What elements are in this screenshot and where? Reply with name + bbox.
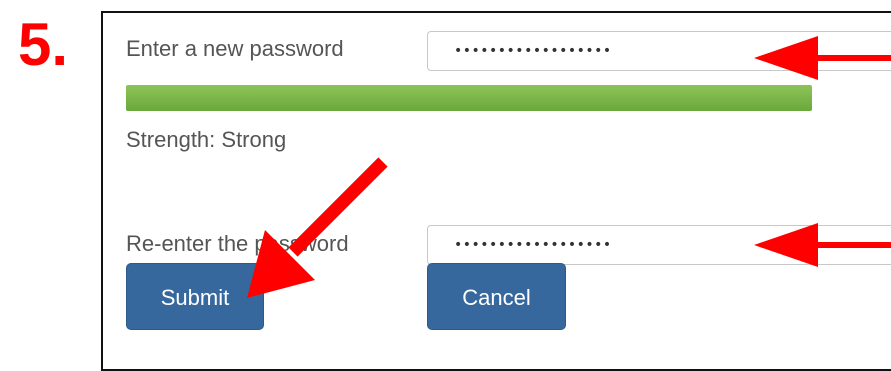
new-password-label: Enter a new password	[126, 36, 344, 61]
new-password-input[interactable]: ••••••••••••••••••	[427, 31, 891, 71]
step-number: 5.	[18, 11, 69, 78]
strength-text: Strength: Strong	[126, 127, 287, 152]
cancel-button[interactable]: Cancel	[427, 263, 566, 330]
reenter-password-input[interactable]: ••••••••••••••••••	[427, 225, 891, 265]
strength-meter	[126, 85, 812, 111]
submit-button[interactable]: Submit	[126, 263, 264, 330]
strength-meter-fill	[126, 85, 812, 111]
reenter-password-label: Re-enter the password	[126, 231, 349, 256]
